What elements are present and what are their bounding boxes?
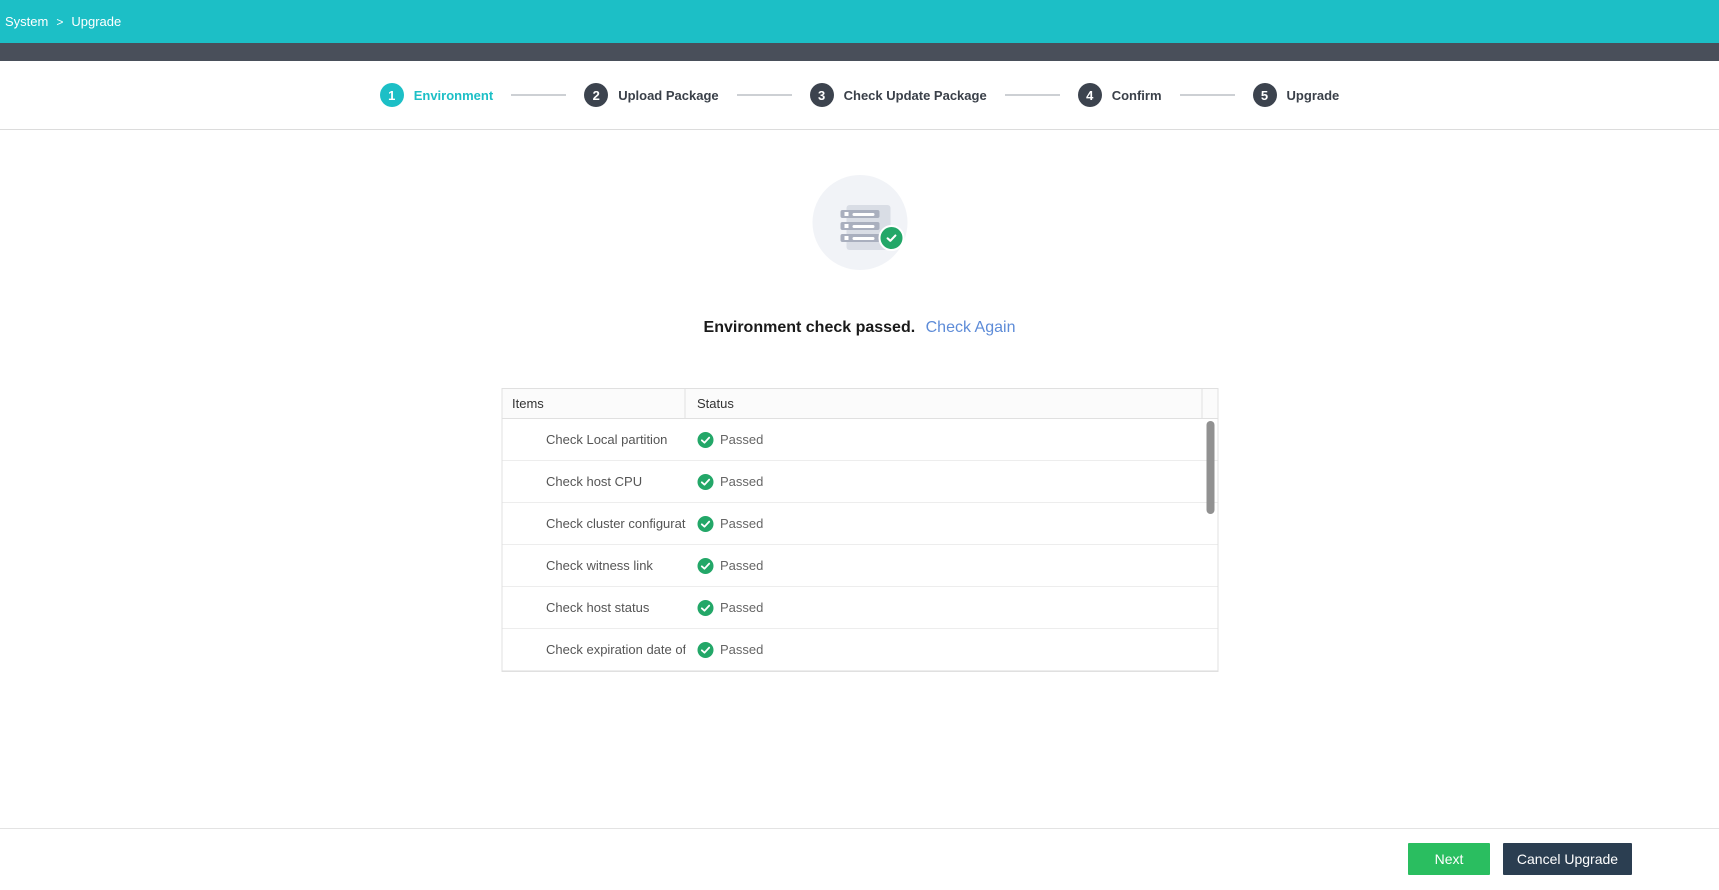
status-cell: Passed — [685, 431, 1217, 448]
upgrade-wizard-screen: System > Upgrade 1 Environment 2 Upload … — [0, 0, 1719, 890]
check-circle-icon — [697, 431, 713, 448]
step-environment: 1 Environment — [379, 83, 494, 107]
status-cell: Passed — [685, 515, 1217, 532]
table-row: Check Local partition Passed — [502, 419, 1217, 461]
status-label: Passed — [720, 516, 764, 531]
success-check-badge-icon — [878, 225, 904, 251]
status-label: Passed — [720, 600, 764, 615]
status-cell: Passed — [685, 473, 1217, 490]
step-number-badge: 1 — [379, 83, 404, 107]
step-number-badge: 3 — [809, 83, 834, 107]
step-label: Environment — [413, 87, 494, 103]
check-circle-icon — [697, 641, 713, 658]
step-connector — [511, 94, 567, 96]
step-upgrade: 5 Upgrade — [1252, 83, 1340, 107]
next-button[interactable]: Next — [1408, 843, 1490, 875]
step-label: Check Update Package — [843, 87, 987, 103]
step-connector — [736, 94, 792, 96]
footer-actions: Next Cancel Upgrade — [1408, 843, 1632, 875]
column-header-scroll-spacer — [1202, 389, 1217, 418]
server-check-icon — [812, 175, 907, 270]
step-number-badge: 5 — [1252, 83, 1277, 107]
step-upload-package: 2 Upload Package — [584, 83, 719, 107]
check-item-label: Check host CPU — [546, 474, 643, 489]
footer-divider — [0, 828, 1719, 829]
table-row: Check host status Passed — [502, 587, 1217, 629]
check-item-label: Check expiration date of... — [546, 642, 685, 657]
environment-check-table: Items Status Check Local partition Passe… — [501, 388, 1218, 672]
table-row: Check expiration date of... Passed — [502, 629, 1217, 671]
result-headline: Environment check passed. Check Again — [0, 319, 1719, 337]
table-row: Check cluster configurat... Passed — [502, 503, 1217, 545]
step-connector — [1004, 94, 1060, 96]
column-header-items: Items — [502, 389, 685, 418]
check-circle-icon — [697, 473, 713, 490]
check-again-link[interactable]: Check Again — [926, 319, 1016, 336]
step-number-badge: 4 — [1077, 83, 1102, 107]
status-cell: Passed — [685, 557, 1217, 574]
status-cell: Passed — [685, 641, 1217, 658]
wizard-stepper: 1 Environment 2 Upload Package 3 Check U… — [0, 61, 1719, 130]
table-row: Check host CPU Passed — [502, 461, 1217, 503]
check-item-label: Check Local partition — [546, 432, 668, 447]
result-message: Environment check passed. — [703, 319, 916, 336]
table-body: Check Local partition Passed Check host … — [502, 419, 1217, 671]
breadcrumb-system[interactable]: System — [5, 14, 48, 29]
check-item-label: Check witness link — [546, 558, 653, 573]
table-row: Check witness link Passed — [502, 545, 1217, 587]
breadcrumb-separator: > — [56, 14, 64, 29]
status-label: Passed — [720, 474, 764, 489]
sub-header-bar — [0, 43, 1719, 61]
step-label: Upgrade — [1286, 87, 1340, 103]
status-label: Passed — [720, 432, 764, 447]
step-number-badge: 2 — [584, 83, 609, 107]
step-label: Confirm — [1111, 87, 1162, 103]
check-circle-icon — [697, 557, 713, 574]
breadcrumb: System > Upgrade — [5, 14, 121, 29]
check-circle-icon — [697, 515, 713, 532]
status-label: Passed — [720, 642, 764, 657]
status-label: Passed — [720, 558, 764, 573]
step-confirm: 4 Confirm — [1077, 83, 1162, 107]
step-check-update-package: 3 Check Update Package — [809, 83, 987, 107]
status-cell: Passed — [685, 599, 1217, 616]
breadcrumb-upgrade: Upgrade — [71, 14, 122, 29]
column-header-status: Status — [685, 389, 1202, 418]
step-connector — [1179, 94, 1235, 96]
check-circle-icon — [697, 599, 713, 616]
check-item-label: Check cluster configurat... — [546, 516, 685, 531]
table-header: Items Status — [502, 389, 1217, 419]
server-icon-bars — [840, 210, 879, 246]
cancel-upgrade-button[interactable]: Cancel Upgrade — [1503, 843, 1632, 875]
check-item-label: Check host status — [546, 600, 650, 615]
table-scrollbar[interactable] — [1206, 421, 1214, 514]
top-bar: System > Upgrade — [0, 0, 1719, 43]
step-label: Upload Package — [618, 87, 719, 103]
